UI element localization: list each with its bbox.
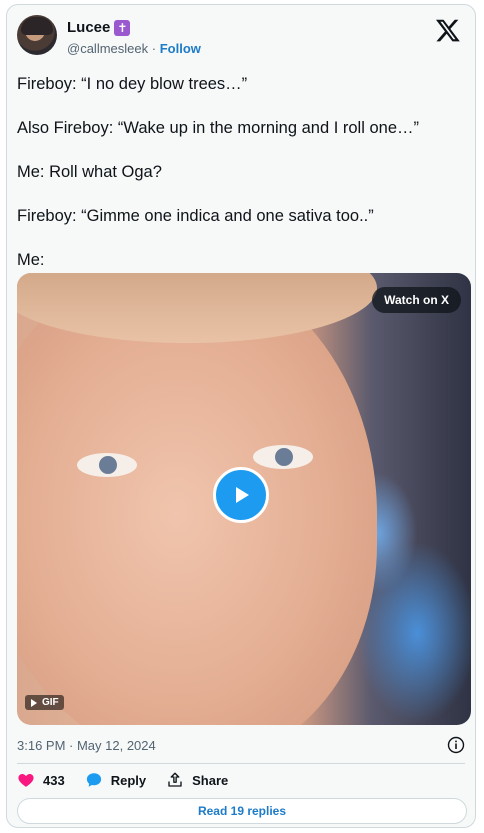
author-name-row: Lucee ✝ <box>67 19 131 36</box>
reply-bubble-icon <box>86 773 101 787</box>
handle[interactable]: @callmesleek <box>67 41 148 56</box>
like-button[interactable]: 433 <box>17 771 65 789</box>
info-icon[interactable] <box>447 736 465 754</box>
right-eye <box>253 445 313 469</box>
watch-on-x-button[interactable]: Watch on X <box>372 287 461 313</box>
read-replies-button[interactable]: Read 19 replies <box>17 798 467 824</box>
gif-media[interactable]: Watch on X GIF <box>17 273 471 725</box>
action-bar: 433 Reply Share <box>17 771 228 789</box>
share-button[interactable]: Share <box>166 771 228 789</box>
like-count: 433 <box>43 772 65 788</box>
left-eye <box>77 453 137 477</box>
gif-label: GIF <box>42 697 59 708</box>
heart-icon <box>18 774 34 787</box>
avatar[interactable] <box>17 15 57 55</box>
x-logo-icon[interactable] <box>435 17 461 43</box>
share-icon <box>168 772 182 787</box>
follow-button[interactable]: Follow <box>160 41 201 56</box>
share-label: Share <box>192 772 229 788</box>
display-name[interactable]: Lucee <box>67 19 110 36</box>
tweet-line: Me: Roll what Oga? <box>17 163 162 181</box>
tweet-card: Lucee ✝ @callmesleek · Follow Fireboy: “… <box>6 4 476 828</box>
gif-play-icon <box>31 698 37 707</box>
gif-badge: GIF <box>25 695 64 710</box>
separator: · <box>151 41 157 56</box>
play-icon[interactable] <box>213 467 269 523</box>
tweet-text: Fireboy: “I no dey blow trees…” Also Fir… <box>17 73 467 293</box>
divider <box>17 763 465 764</box>
tweet-line: Fireboy: “I no dey blow trees…” <box>17 75 248 93</box>
tweet-line: Also Fireboy: “Wake up in the morning an… <box>17 119 419 137</box>
play-triangle-icon <box>236 487 249 503</box>
reply-button[interactable]: Reply <box>85 771 146 789</box>
timestamp[interactable]: 3:16 PM · May 12, 2024 <box>17 738 156 753</box>
handle-row: @callmesleek · Follow <box>67 41 201 56</box>
tweet-line: Fireboy: “Gimme one indica and one sativ… <box>17 207 374 225</box>
cross-badge-icon: ✝ <box>114 19 131 36</box>
tweet-line: Me: <box>17 251 45 269</box>
reply-label: Reply <box>110 772 147 788</box>
